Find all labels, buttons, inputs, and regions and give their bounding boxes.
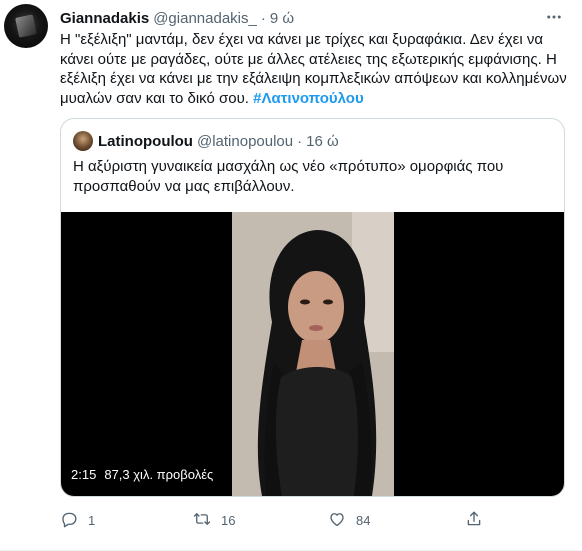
quoted-tweet[interactable]: Latinopoulou @latinopoulou · 16 ώ Η αξύρ…: [60, 118, 565, 497]
quoted-author-handle: @latinopoulou: [196, 132, 294, 150]
retweet-count: 16: [221, 512, 236, 528]
author-handle[interactable]: @giannadakis_: [153, 10, 257, 27]
more-icon[interactable]: [543, 6, 565, 28]
avatar[interactable]: [4, 4, 48, 48]
timestamp[interactable]: 9 ώ: [270, 10, 294, 27]
quoted-tweet-text: Η αξύριστη γυναικεία μασχάλη ως νέο «πρό…: [73, 158, 504, 195]
quoted-tweet-header: Latinopoulou @latinopoulou · 16 ώ: [73, 131, 339, 151]
quoted-author-name: Latinopoulou: [98, 132, 193, 150]
reply-count: 1: [88, 512, 96, 528]
video-player[interactable]: 2:15 87,3 χιλ. προβολές: [61, 212, 564, 496]
tweet[interactable]: Giannadakis @giannadakis_ · 9 ώ Η "εξέλι…: [0, 0, 582, 551]
action-bar: 1 16 84: [60, 508, 565, 532]
hashtag-link[interactable]: #Λατινοπούλου: [253, 90, 364, 107]
like-count: 84: [356, 512, 371, 528]
quoted-separator-dot: ·: [297, 132, 303, 150]
share-icon: [465, 510, 483, 531]
tweet-text: Η "εξέλιξη" μαντάμ, δεν έχει να κάνει με…: [60, 30, 570, 108]
like-button[interactable]: 84: [328, 508, 370, 532]
reply-button[interactable]: 1: [60, 508, 95, 532]
share-button[interactable]: [465, 508, 483, 532]
video-duration: 2:15: [71, 466, 97, 482]
quoted-timestamp: 16 ώ: [306, 132, 339, 150]
author-name[interactable]: Giannadakis: [60, 10, 149, 27]
separator-dot: ·: [260, 9, 266, 27]
retweet-icon: [193, 510, 211, 531]
tweet-header: Giannadakis @giannadakis_ · 9 ώ: [60, 8, 294, 28]
video-thumbnail: [232, 212, 394, 496]
quoted-avatar: [73, 131, 93, 151]
video-stats: 2:15 87,3 χιλ. προβολές: [71, 464, 213, 484]
retweet-button[interactable]: 16: [193, 508, 235, 532]
heart-icon: [328, 510, 346, 531]
reply-icon: [60, 510, 78, 531]
video-views: 87,3 χιλ. προβολές: [104, 466, 214, 482]
